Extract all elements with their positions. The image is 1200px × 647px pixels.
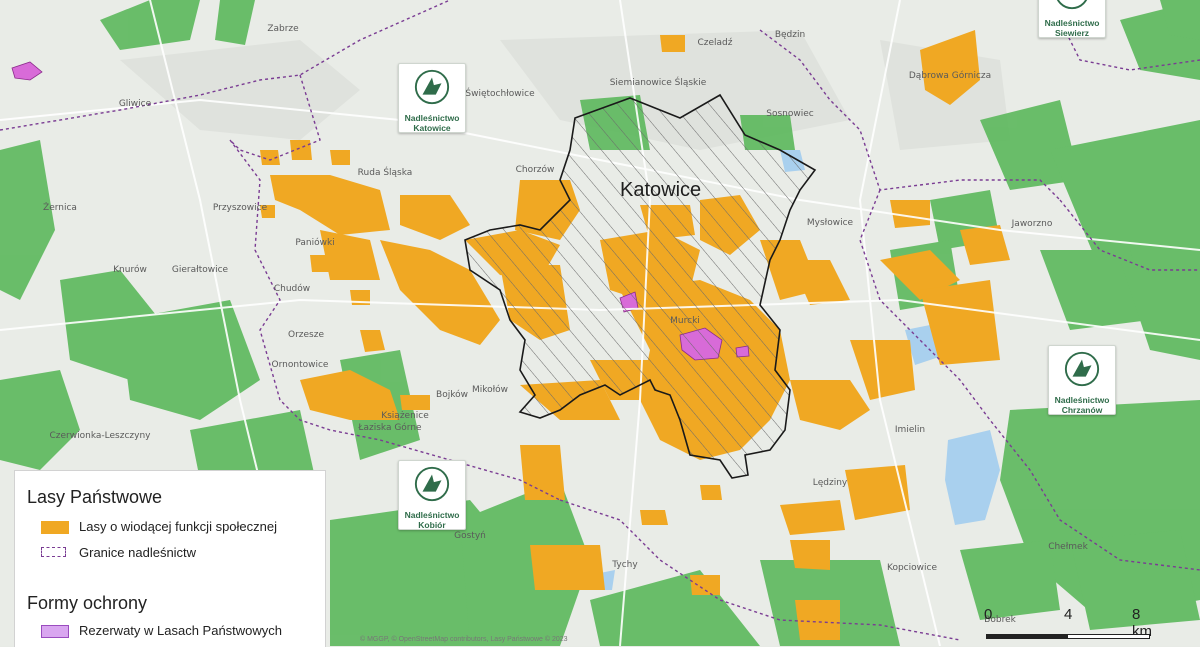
place-label: Chudów [274, 283, 310, 294]
place-label: Gliwice [119, 99, 152, 109]
place-label: Bojków [436, 389, 468, 400]
badge-kobior[interactable]: Nadleśnictwo Kobiór [398, 460, 466, 530]
scale-bar: 0 4 8 km [984, 606, 1154, 642]
badge-line2: Katowice [413, 123, 451, 133]
legend-title-lasy: Lasy Państwowe [27, 487, 163, 507]
legend-swatch-social-forest [41, 521, 69, 534]
place-label: Knurów [113, 264, 147, 275]
place-label: Gostyń [454, 531, 486, 541]
badge-chrzanow[interactable]: Nadleśnictwo Chrzanów [1048, 345, 1116, 415]
legend-label-reserves: Rezerwaty w Lasach Państwowych [79, 623, 283, 638]
map-legend: Lasy Państwowe Lasy o wiodącej funkcji s… [14, 470, 326, 647]
place-label: Jaworzno [1011, 219, 1053, 229]
place-label: Przyszowice [213, 203, 268, 213]
lasy-panstwowe-logo-icon [414, 69, 450, 105]
place-label: Ruda Śląska [358, 166, 413, 178]
place-label: Paniówki [295, 237, 334, 248]
legend-title-formy: Formy ochrony [27, 593, 148, 613]
place-label: Mikołów [472, 384, 508, 395]
badge-siewierz[interactable]: Nadleśnictwo Siewierz [1038, 0, 1106, 38]
place-label: Czeladź [698, 38, 733, 48]
place-label: Lędziny [813, 478, 848, 488]
lasy-panstwowe-logo-icon [414, 466, 450, 502]
place-label: Kopciowice [887, 563, 937, 573]
legend-swatch-boundaries [41, 547, 66, 557]
place-label: Imielin [895, 425, 925, 435]
badge-line1: Nadleśnictwo [1054, 395, 1110, 405]
place-label: Będzin [775, 30, 805, 40]
place-label: Chełmek [1048, 542, 1088, 552]
badge-line1: Nadleśnictwo [404, 510, 460, 520]
legend-label-boundaries: Granice nadleśnictw [79, 545, 197, 560]
place-label: Ornontowice [272, 360, 329, 370]
place-label: Czerwionka-Leszczyny [50, 431, 152, 441]
place-label: Sosnowiec [766, 109, 814, 119]
place-label: Łaziska Górne [357, 422, 422, 433]
badge-line2: Chrzanów [1061, 405, 1103, 415]
legend-label-social-forest: Lasy o wiodącej funkcji społecznej [79, 519, 277, 534]
scale-tick-4: 4 [1064, 606, 1073, 623]
legend-swatch-reserves [41, 625, 69, 638]
place-label: Tychy [611, 560, 638, 570]
place-label: Zabrze [267, 24, 299, 34]
badge-line2: Kobiór [418, 520, 446, 530]
place-label: Siemianowice Śląskie [610, 76, 707, 88]
city-label-katowice: Katowice [620, 179, 701, 201]
place-label: Orzesze [288, 330, 324, 340]
place-label: Murcki [670, 316, 700, 326]
badge-line1: Nadleśnictwo [1044, 18, 1100, 28]
place-label: Dąbrowa Górnicza [909, 70, 991, 81]
scale-tick-0: 0 [984, 606, 993, 623]
place-label: Książenice [381, 411, 429, 421]
place-label: Żernica [43, 202, 77, 213]
badge-line2: Siewierz [1054, 28, 1090, 38]
lasy-panstwowe-logo-icon [1064, 351, 1100, 387]
lasy-panstwowe-logo-icon [1056, 0, 1088, 10]
place-label: Mysłowice [807, 218, 854, 228]
place-label: Chorzów [516, 164, 555, 175]
badge-line1: Nadleśnictwo [404, 113, 460, 123]
scale-bar-graphic [986, 634, 1150, 639]
place-label: Świętochłowice [465, 87, 535, 99]
place-label: Gierałtowice [172, 265, 229, 275]
badge-katowice[interactable]: Nadleśnictwo Katowice [398, 63, 466, 133]
attribution: © MGGP, © OpenStreetMap contributors, La… [360, 636, 568, 643]
